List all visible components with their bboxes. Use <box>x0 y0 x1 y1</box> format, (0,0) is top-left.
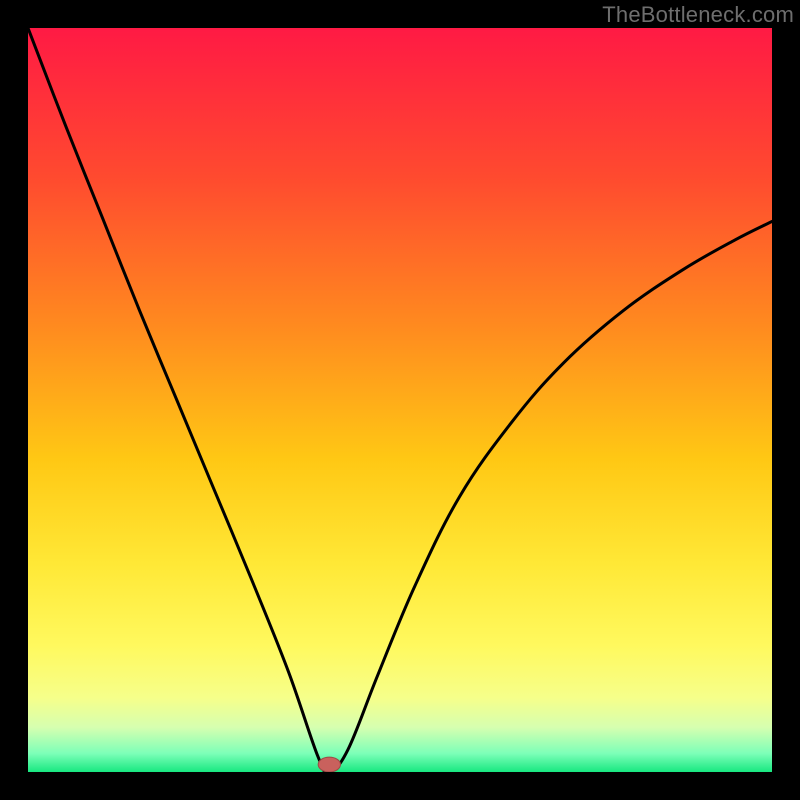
chart-frame: TheBottleneck.com <box>0 0 800 800</box>
bottleneck-curve-chart <box>28 28 772 772</box>
plot-area <box>28 28 772 772</box>
minimum-marker <box>318 757 340 772</box>
watermark-text: TheBottleneck.com <box>602 2 794 28</box>
gradient-background <box>28 28 772 772</box>
